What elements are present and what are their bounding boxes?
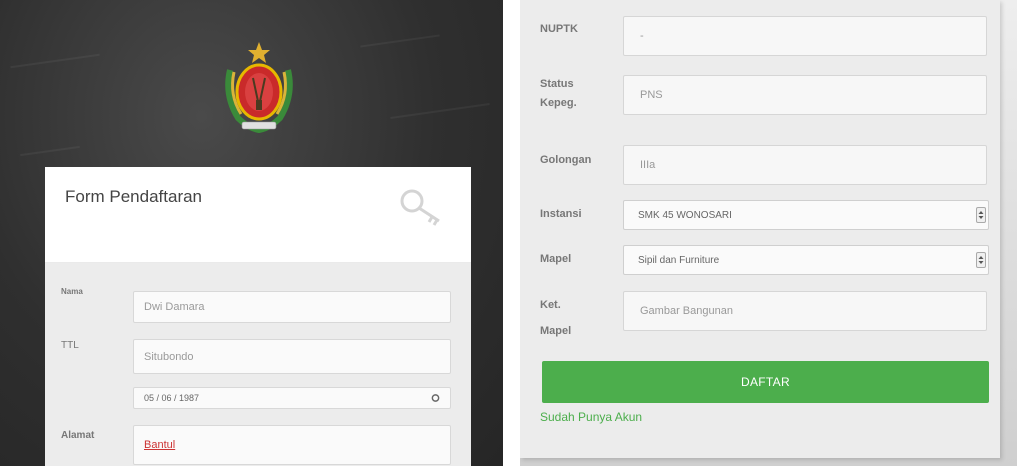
status-label: Status Kepeg.: [540, 75, 577, 113]
instansi-value: SMK 45 WONOSARI: [638, 209, 732, 221]
nama-label: Nama: [61, 287, 83, 296]
ttl-date-value: 05 / 06 / 1987: [144, 393, 200, 403]
chevron-up-down-icon: [978, 256, 984, 264]
golongan-label: Golongan: [540, 154, 592, 166]
mapel-select[interactable]: Sipil dan Furniture: [623, 245, 989, 275]
nama-input[interactable]: Dwi Damara: [133, 291, 451, 323]
select-arrow-icon[interactable]: [976, 207, 986, 223]
background-streak: [390, 103, 490, 119]
golongan-input[interactable]: IIIa: [623, 145, 987, 185]
calendar-icon[interactable]: [431, 394, 440, 403]
registration-card: Form Pendaftaran Nama Dwi Damara TTL Sit…: [45, 167, 471, 466]
background-streak: [20, 145, 80, 157]
alamat-input[interactable]: Bantul: [133, 425, 451, 465]
golongan-value: IIIa: [640, 159, 656, 171]
login-link[interactable]: Sudah Punya Akun: [540, 410, 642, 424]
ttl-place-value: Situbondo: [144, 350, 194, 363]
mapel-label: Mapel: [540, 253, 572, 265]
ttl-place-input[interactable]: Situbondo: [133, 339, 451, 374]
registration-card-continued: NUPTK - Status Kepeg. PNS Golongan IIIa …: [520, 0, 1000, 458]
nuptk-input[interactable]: -: [623, 16, 987, 56]
mapel-value: Sipil dan Furniture: [638, 254, 720, 266]
form-title: Form Pendaftaran: [65, 187, 203, 206]
instansi-label: Instansi: [540, 208, 582, 220]
status-kepeg-input[interactable]: PNS: [623, 75, 987, 115]
status-label-line1: Status: [540, 78, 574, 90]
instansi-select[interactable]: SMK 45 WONOSARI: [623, 200, 989, 230]
left-screen: Form Pendaftaran Nama Dwi Damara TTL Sit…: [0, 0, 503, 466]
ket-mapel-value: Gambar Bangunan: [640, 305, 733, 317]
select-arrow-icon[interactable]: [976, 252, 986, 268]
ket-mapel-label-line2: Mapel: [540, 325, 572, 337]
card-body: Nama Dwi Damara TTL Situbondo 05 / 06 / …: [45, 263, 471, 466]
daftar-button[interactable]: DAFTAR: [542, 361, 989, 403]
status-label-line2: Kepeg.: [540, 97, 577, 109]
ttl-date-input[interactable]: 05 / 06 / 1987: [133, 387, 451, 409]
card-header: Form Pendaftaran: [45, 167, 471, 263]
ket-mapel-label-line1: Ket.: [540, 299, 561, 311]
right-screen: NUPTK - Status Kepeg. PNS Golongan IIIa …: [520, 0, 1017, 466]
nama-value: Dwi Damara: [144, 301, 205, 313]
nuptk-label: NUPTK: [540, 23, 578, 35]
background-streak: [360, 34, 440, 48]
nuptk-value: -: [640, 30, 644, 42]
alamat-label: Alamat: [61, 430, 95, 441]
alamat-value: Bantul: [144, 439, 176, 451]
ttl-label: TTL: [61, 340, 79, 351]
status-kepeg-value: PNS: [640, 89, 663, 101]
chevron-up-down-icon: [978, 211, 984, 219]
ket-mapel-input[interactable]: Gambar Bangunan: [623, 291, 987, 331]
background-streak: [10, 53, 100, 69]
key-icon: [400, 189, 440, 226]
government-emblem-icon: [225, 42, 293, 134]
ket-mapel-label: Ket. Mapel: [540, 292, 571, 344]
